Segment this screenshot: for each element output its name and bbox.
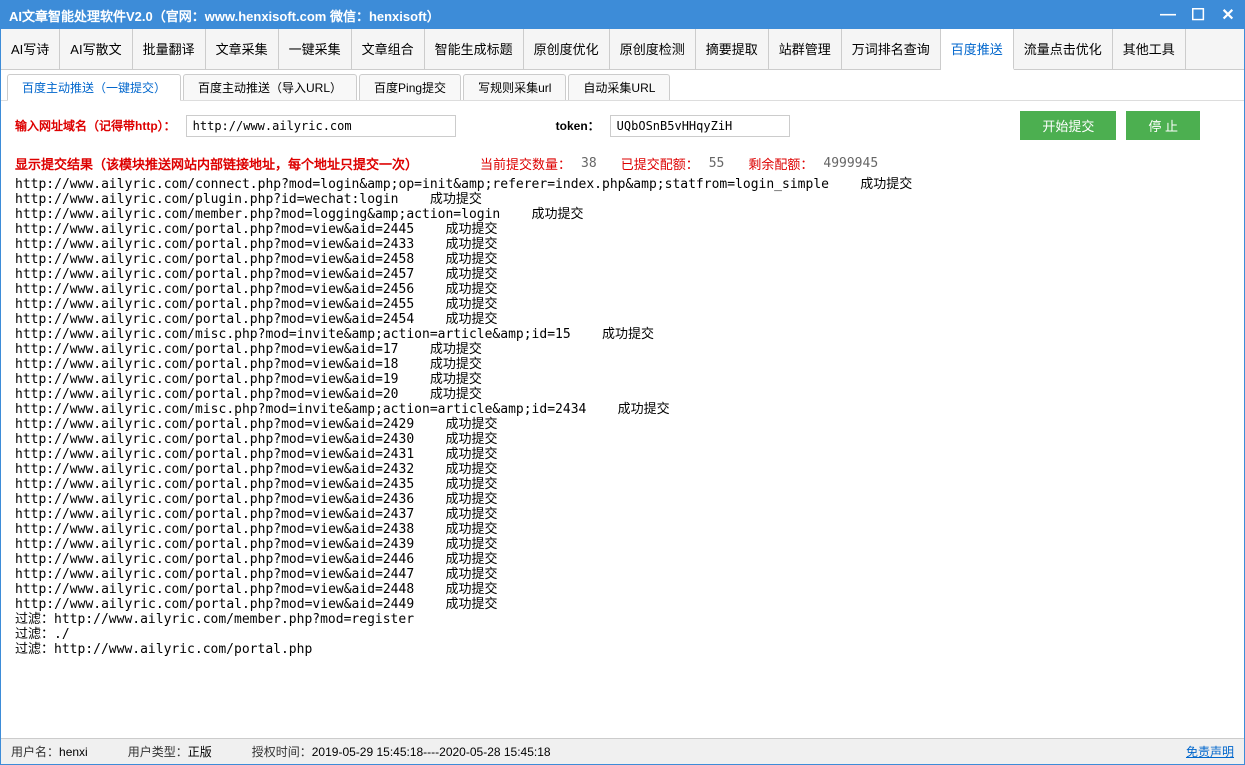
toolbar-tab-7[interactable]: 原创度优化 [524,29,610,69]
log-line: http://www.ailyric.com/portal.php?mod=vi… [15,312,1230,327]
result-label: 显示提交结果（该模块推送网站内部链接地址，每个地址只提交一次） [15,154,418,173]
username-label: 用户名： [11,743,59,760]
log-line: http://www.ailyric.com/misc.php?mod=invi… [15,402,1230,417]
toolbar-tab-14[interactable]: 其他工具 [1113,29,1186,69]
authtime-value: 2019-05-29 15:45:18----2020-05-28 15:45:… [312,745,551,759]
current-count-value: 38 [581,156,597,171]
subtab-0[interactable]: 百度主动推送（一键提交） [7,74,181,101]
toolbar-tab-0[interactable]: AI写诗 [1,29,60,69]
subtab-2[interactable]: 百度Ping提交 [359,74,461,100]
log-line: http://www.ailyric.com/portal.php?mod=vi… [15,522,1230,537]
log-line: http://www.ailyric.com/portal.php?mod=vi… [15,387,1230,402]
main-toolbar: AI写诗AI写散文批量翻译文章采集一键采集文章组合智能生成标题原创度优化原创度检… [1,29,1244,70]
log-line: http://www.ailyric.com/portal.php?mod=vi… [15,462,1230,477]
log-line: http://www.ailyric.com/portal.php?mod=vi… [15,357,1230,372]
current-count-label: 当前提交数量： [480,154,571,173]
titlebar[interactable]: AI文章智能处理软件V2.0（官网：www.henxisoft.com 微信：h… [1,1,1244,29]
log-line: 过滤：./ [15,627,1230,642]
log-line: http://www.ailyric.com/portal.php?mod=vi… [15,537,1230,552]
toolbar-tab-11[interactable]: 万词排名查询 [842,29,941,69]
window-controls: — ☐ ✕ [1160,7,1236,23]
url-label: 输入网址域名（记得带http）： [15,117,176,134]
log-line: http://www.ailyric.com/portal.php?mod=vi… [15,597,1230,612]
toolbar-tab-13[interactable]: 流量点击优化 [1014,29,1113,69]
minimize-icon[interactable]: — [1160,7,1176,23]
toolbar-tab-6[interactable]: 智能生成标题 [425,29,524,69]
url-input[interactable] [186,115,456,137]
stats-row: 显示提交结果（该模块推送网站内部链接地址，每个地址只提交一次） 当前提交数量： … [1,150,1244,175]
input-form-row: 输入网址域名（记得带http）： token： 开始提交 停 止 [1,101,1244,150]
log-line: http://www.ailyric.com/portal.php?mod=vi… [15,567,1230,582]
log-line: http://www.ailyric.com/connect.php?mod=l… [15,177,1230,192]
log-line: http://www.ailyric.com/portal.php?mod=vi… [15,372,1230,387]
log-line: http://www.ailyric.com/portal.php?mod=vi… [15,252,1230,267]
log-line: http://www.ailyric.com/portal.php?mod=vi… [15,432,1230,447]
usertype-label: 用户类型： [128,743,188,760]
log-line: http://www.ailyric.com/portal.php?mod=vi… [15,267,1230,282]
committed-label: 已提交配额： [621,154,699,173]
toolbar-tab-4[interactable]: 一键采集 [279,29,352,69]
log-line: http://www.ailyric.com/portal.php?mod=vi… [15,492,1230,507]
token-input[interactable] [610,115,790,137]
toolbar-tab-2[interactable]: 批量翻译 [133,29,206,69]
log-line: http://www.ailyric.com/portal.php?mod=vi… [15,447,1230,462]
subtab-4[interactable]: 自动采集URL [568,74,670,100]
committed-value: 55 [709,156,725,171]
maximize-icon[interactable]: ☐ [1190,7,1206,23]
log-line: http://www.ailyric.com/portal.php?mod=vi… [15,297,1230,312]
log-line: http://www.ailyric.com/portal.php?mod=vi… [15,417,1230,432]
subtab-1[interactable]: 百度主动推送（导入URL） [183,74,357,100]
stop-button[interactable]: 停 止 [1126,111,1200,140]
log-line: http://www.ailyric.com/portal.php?mod=vi… [15,282,1230,297]
toolbar-tab-1[interactable]: AI写散文 [60,29,132,69]
log-line: 过滤：http://www.ailyric.com/member.php?mod… [15,612,1230,627]
log-line: http://www.ailyric.com/portal.php?mod=vi… [15,477,1230,492]
remain-label: 剩余配额： [748,154,813,173]
log-line: http://www.ailyric.com/member.php?mod=lo… [15,207,1230,222]
log-line: http://www.ailyric.com/portal.php?mod=vi… [15,342,1230,357]
toolbar-tab-9[interactable]: 摘要提取 [696,29,769,69]
close-icon[interactable]: ✕ [1220,7,1236,23]
toolbar-tab-5[interactable]: 文章组合 [352,29,425,69]
sub-tab-row: 百度主动推送（一键提交）百度主动推送（导入URL）百度Ping提交写规则采集ur… [1,70,1244,101]
log-line: http://www.ailyric.com/misc.php?mod=invi… [15,327,1230,342]
log-line: 过滤：http://www.ailyric.com/portal.php [15,642,1230,657]
toolbar-tab-10[interactable]: 站群管理 [769,29,842,69]
subtab-3[interactable]: 写规则采集url [463,74,566,100]
log-output[interactable]: http://www.ailyric.com/connect.php?mod=l… [1,175,1244,738]
toolbar-tab-8[interactable]: 原创度检测 [610,29,696,69]
app-window: AI文章智能处理软件V2.0（官网：www.henxisoft.com 微信：h… [0,0,1245,765]
disclaimer-link[interactable]: 免责声明 [1186,743,1234,760]
remain-value: 4999945 [823,156,878,171]
authtime-label: 授权时间： [252,743,312,760]
log-line: http://www.ailyric.com/portal.php?mod=vi… [15,222,1230,237]
start-submit-button[interactable]: 开始提交 [1020,111,1116,140]
username-value: henxi [59,745,88,759]
log-line: http://www.ailyric.com/portal.php?mod=vi… [15,582,1230,597]
log-line: http://www.ailyric.com/portal.php?mod=vi… [15,552,1230,567]
toolbar-tab-12[interactable]: 百度推送 [941,29,1014,70]
log-line: http://www.ailyric.com/portal.php?mod=vi… [15,237,1230,252]
log-line: http://www.ailyric.com/portal.php?mod=vi… [15,507,1230,522]
usertype-value: 正版 [188,743,212,760]
statusbar: 用户名： henxi 用户类型： 正版 授权时间： 2019-05-29 15:… [1,738,1244,764]
toolbar-tab-3[interactable]: 文章采集 [206,29,279,69]
log-line: http://www.ailyric.com/plugin.php?id=wec… [15,192,1230,207]
app-title: AI文章智能处理软件V2.0（官网：www.henxisoft.com 微信：h… [9,6,1160,25]
token-label: token： [556,117,600,134]
